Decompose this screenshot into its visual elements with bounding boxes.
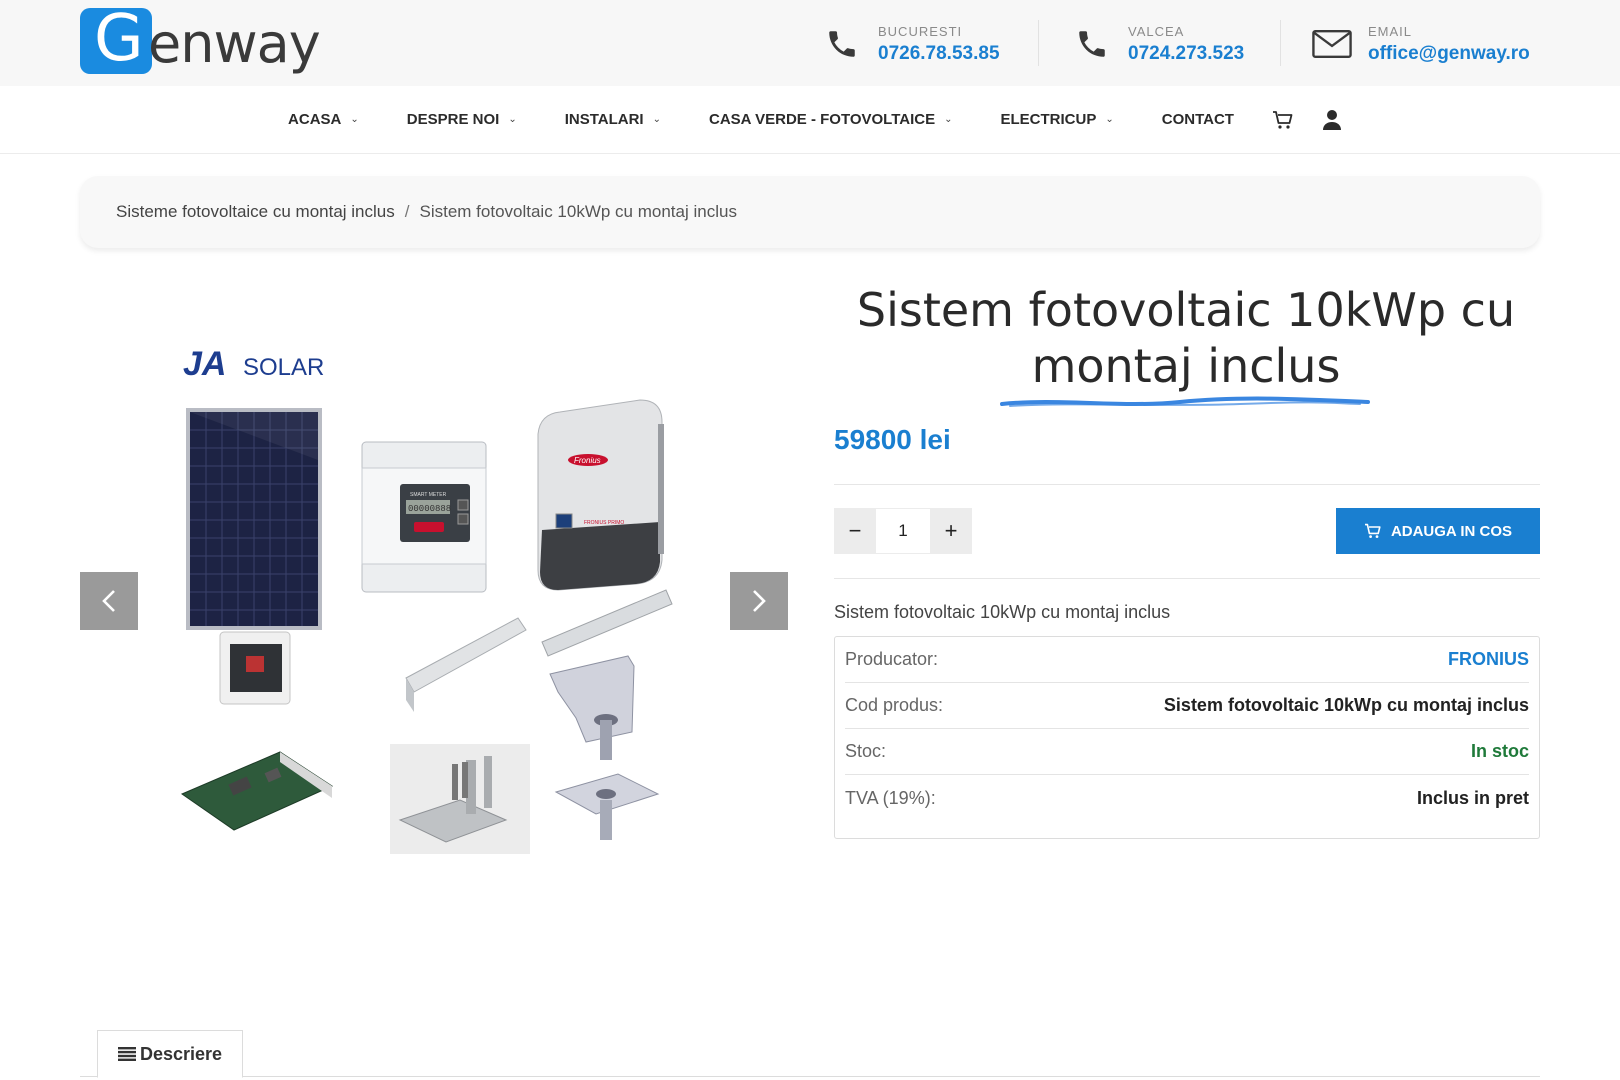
contact-label: EMAIL — [1368, 23, 1413, 39]
product-price: 59800 lei — [834, 424, 951, 455]
solar-logo-text: SOLAR — [243, 354, 324, 381]
product-title-line1: Sistem fotovoltaic 10kWp cu — [856, 283, 1516, 337]
spec-key: Stoc: — [845, 741, 887, 761]
breadcrumb-current: Sistem fotovoltaic 10kWp cu montaj inclu… — [419, 202, 737, 221]
inverter-model: FRONIUS PRIMO — [584, 520, 624, 526]
chevron-down-icon: ⌄ — [508, 114, 517, 125]
breadcrumb-parent-link[interactable]: Sisteme fotovoltaice cu montaj inclus — [116, 202, 395, 222]
gallery-prev-button[interactable] — [80, 572, 138, 630]
divider — [1038, 20, 1039, 66]
stock-status: In stoc — [1470, 741, 1529, 761]
phone-number[interactable]: 0724.273.523 — [1128, 43, 1244, 65]
quantity-stepper: − 1 + — [834, 508, 972, 554]
chevron-left-icon — [102, 590, 115, 612]
meter-label: SMART METER — [410, 492, 447, 498]
nav-instalari[interactable]: INSTALARI ⌄ — [565, 111, 661, 128]
product-image: JA SOLAR SMART METER 00000888 Fronius FR… — [180, 345, 673, 854]
nav-casa-verde[interactable]: CASA VERDE - FOTOVOLTAICE ⌄ — [709, 111, 953, 128]
nav-acasa[interactable]: ACASA ⌄ — [288, 111, 359, 128]
divider — [1280, 20, 1281, 66]
gallery-next-button[interactable] — [730, 572, 788, 630]
genway-logo[interactable]: G enway — [80, 2, 321, 76]
list-icon — [117, 1047, 136, 1061]
breadcrumb-separator: / — [404, 202, 410, 221]
nav-label: ACASA — [288, 111, 342, 128]
contact-valcea[interactable]: VALCEA 0724.273.523 — [1072, 16, 1244, 72]
meter-reading: 00000888 — [408, 504, 451, 514]
envelope-icon — [1312, 24, 1352, 64]
logo-badge: G — [80, 2, 152, 76]
chevron-right-icon — [753, 590, 766, 612]
spec-value: Inclus in pret — [1416, 787, 1529, 808]
ja-logo-text: JA — [183, 345, 226, 383]
add-to-cart-button[interactable]: ADAUGA IN COS — [1336, 508, 1540, 554]
divider — [834, 578, 1540, 579]
add-to-cart-label: ADAUGA IN COS — [1390, 522, 1513, 540]
nav-label: CASA VERDE - FOTOVOLTAICE — [708, 111, 936, 128]
nav-label: DESPRE NOI — [406, 111, 500, 128]
contact-bucuresti[interactable]: BUCURESTI 0726.78.53.85 — [822, 16, 1000, 72]
cart-icon — [1364, 523, 1381, 538]
nav-label: INSTALARI — [564, 111, 644, 128]
inverter-brand: Fronius — [574, 456, 601, 465]
quantity-increase-button[interactable]: + — [930, 508, 972, 554]
product-title: Sistem fotovoltaic 10kWp cu montaj inclu… — [832, 282, 1540, 394]
chevron-down-icon: ⌄ — [944, 114, 953, 125]
user-icon[interactable] — [1322, 109, 1342, 131]
contact-label: VALCEA — [1128, 23, 1185, 39]
divider — [834, 484, 1540, 485]
product-title-line2: montaj inclus — [1031, 339, 1341, 393]
breadcrumb: Sisteme fotovoltaice cu montaj inclus / … — [80, 176, 1540, 248]
chevron-down-icon: ⌄ — [1105, 114, 1114, 125]
phone-icon — [822, 24, 862, 64]
quantity-decrease-button[interactable]: − — [834, 508, 876, 554]
spec-row: Producator: FRONIUS — [845, 637, 1529, 683]
tab-label: Descriere — [139, 1043, 223, 1064]
product-short-description: Sistem fotovoltaic 10kWp cu montaj inclu… — [834, 602, 1171, 622]
contact-email[interactable]: EMAIL office@genway.ro — [1312, 16, 1530, 72]
spec-key: TVA (19%): — [845, 787, 936, 808]
chevron-down-icon: ⌄ — [350, 114, 359, 125]
spec-value: Sistem fotovoltaic 10kWp cu montaj inclu… — [1163, 695, 1529, 715]
tabs-baseline — [80, 1076, 1540, 1077]
main-nav: ACASA ⌄ DESPRE NOI ⌄ INSTALARI ⌄ CASA VERDE… — [0, 86, 1620, 154]
quantity-input[interactable]: 1 — [876, 508, 930, 554]
contact-label: BUCURESTI — [878, 23, 963, 39]
logo-letter: G — [94, 2, 144, 76]
spec-key: Producator: — [845, 649, 939, 669]
phone-icon — [1072, 24, 1112, 64]
nav-label: ELECTRICUP — [1000, 111, 1097, 128]
logo-text: enway — [148, 11, 321, 75]
spec-key: Cod produs: — [845, 695, 944, 715]
spec-row: Stoc: In stoc — [845, 729, 1529, 775]
product-specs-table: Producator: FRONIUS Cod produs: Sistem f… — [834, 636, 1540, 839]
phone-number[interactable]: 0726.78.53.85 — [878, 43, 1000, 65]
nav-label: CONTACT — [1161, 111, 1234, 128]
top-bar: G enway BUCURESTI 0726.78.53.85 VALCEA 0… — [0, 0, 1620, 86]
nav-electricup[interactable]: ELECTRICUP ⌄ — [1001, 111, 1114, 128]
nav-despre-noi[interactable]: DESPRE NOI ⌄ — [407, 111, 517, 128]
spec-row: TVA (19%): Inclus in pret — [845, 775, 1529, 821]
chevron-down-icon: ⌄ — [652, 114, 661, 125]
title-underline-decoration — [1000, 396, 1370, 407]
spec-row: Cod produs: Sistem fotovoltaic 10kWp cu … — [845, 683, 1529, 729]
manufacturer-link[interactable]: FRONIUS — [1448, 649, 1529, 670]
email-address[interactable]: office@genway.ro — [1368, 43, 1530, 65]
product-gallery: JA SOLAR SMART METER 00000888 Fronius FR… — [80, 300, 790, 940]
tab-descriere[interactable]: Descriere — [97, 1030, 243, 1078]
cart-icon[interactable] — [1272, 110, 1294, 130]
nav-contact[interactable]: CONTACT — [1162, 111, 1234, 128]
